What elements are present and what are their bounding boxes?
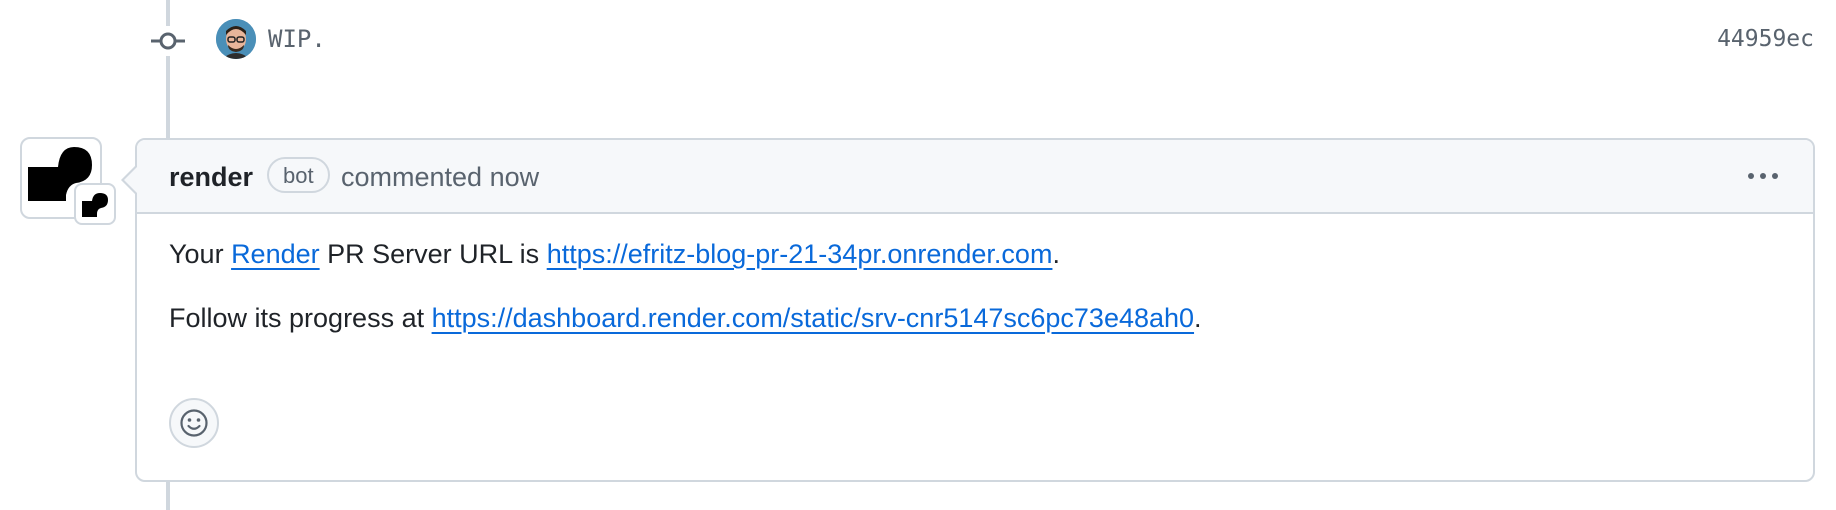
comment-options-button[interactable] [1741, 158, 1785, 194]
commit-row: WIP. 44959ec [0, 0, 1836, 82]
pr-server-url-link[interactable]: https://efritz-blog-pr-21-34pr.onrender.… [547, 239, 1053, 269]
dashboard-link[interactable]: https://dashboard.render.com/static/srv-… [432, 303, 1194, 333]
bot-badge: bot [267, 157, 330, 193]
commit-sha[interactable]: 44959ec [1717, 24, 1814, 54]
comment-header: render bot commented now [137, 140, 1813, 214]
smiley-icon [180, 409, 208, 437]
git-commit-icon [151, 26, 185, 56]
comment-line-server-url: Your Render PR Server URL is https://efr… [169, 239, 1060, 269]
comment-author[interactable]: render [169, 162, 253, 192]
app-badge-icon [74, 183, 116, 225]
kebab-horizontal-icon [1748, 173, 1778, 179]
comment-timestamp[interactable]: commented now [341, 162, 539, 192]
author-avatar[interactable] [216, 19, 256, 59]
comment-line-progress: Follow its progress at https://dashboard… [169, 303, 1202, 333]
commit-message[interactable]: WIP. [268, 24, 326, 54]
render-link[interactable]: Render [231, 239, 320, 269]
add-reaction-button[interactable] [169, 398, 219, 448]
comment-box: render bot commented now Your Render PR … [121, 138, 1815, 482]
comment-body: Your Render PR Server URL is https://efr… [169, 234, 1781, 338]
bot-avatar[interactable] [20, 137, 116, 225]
